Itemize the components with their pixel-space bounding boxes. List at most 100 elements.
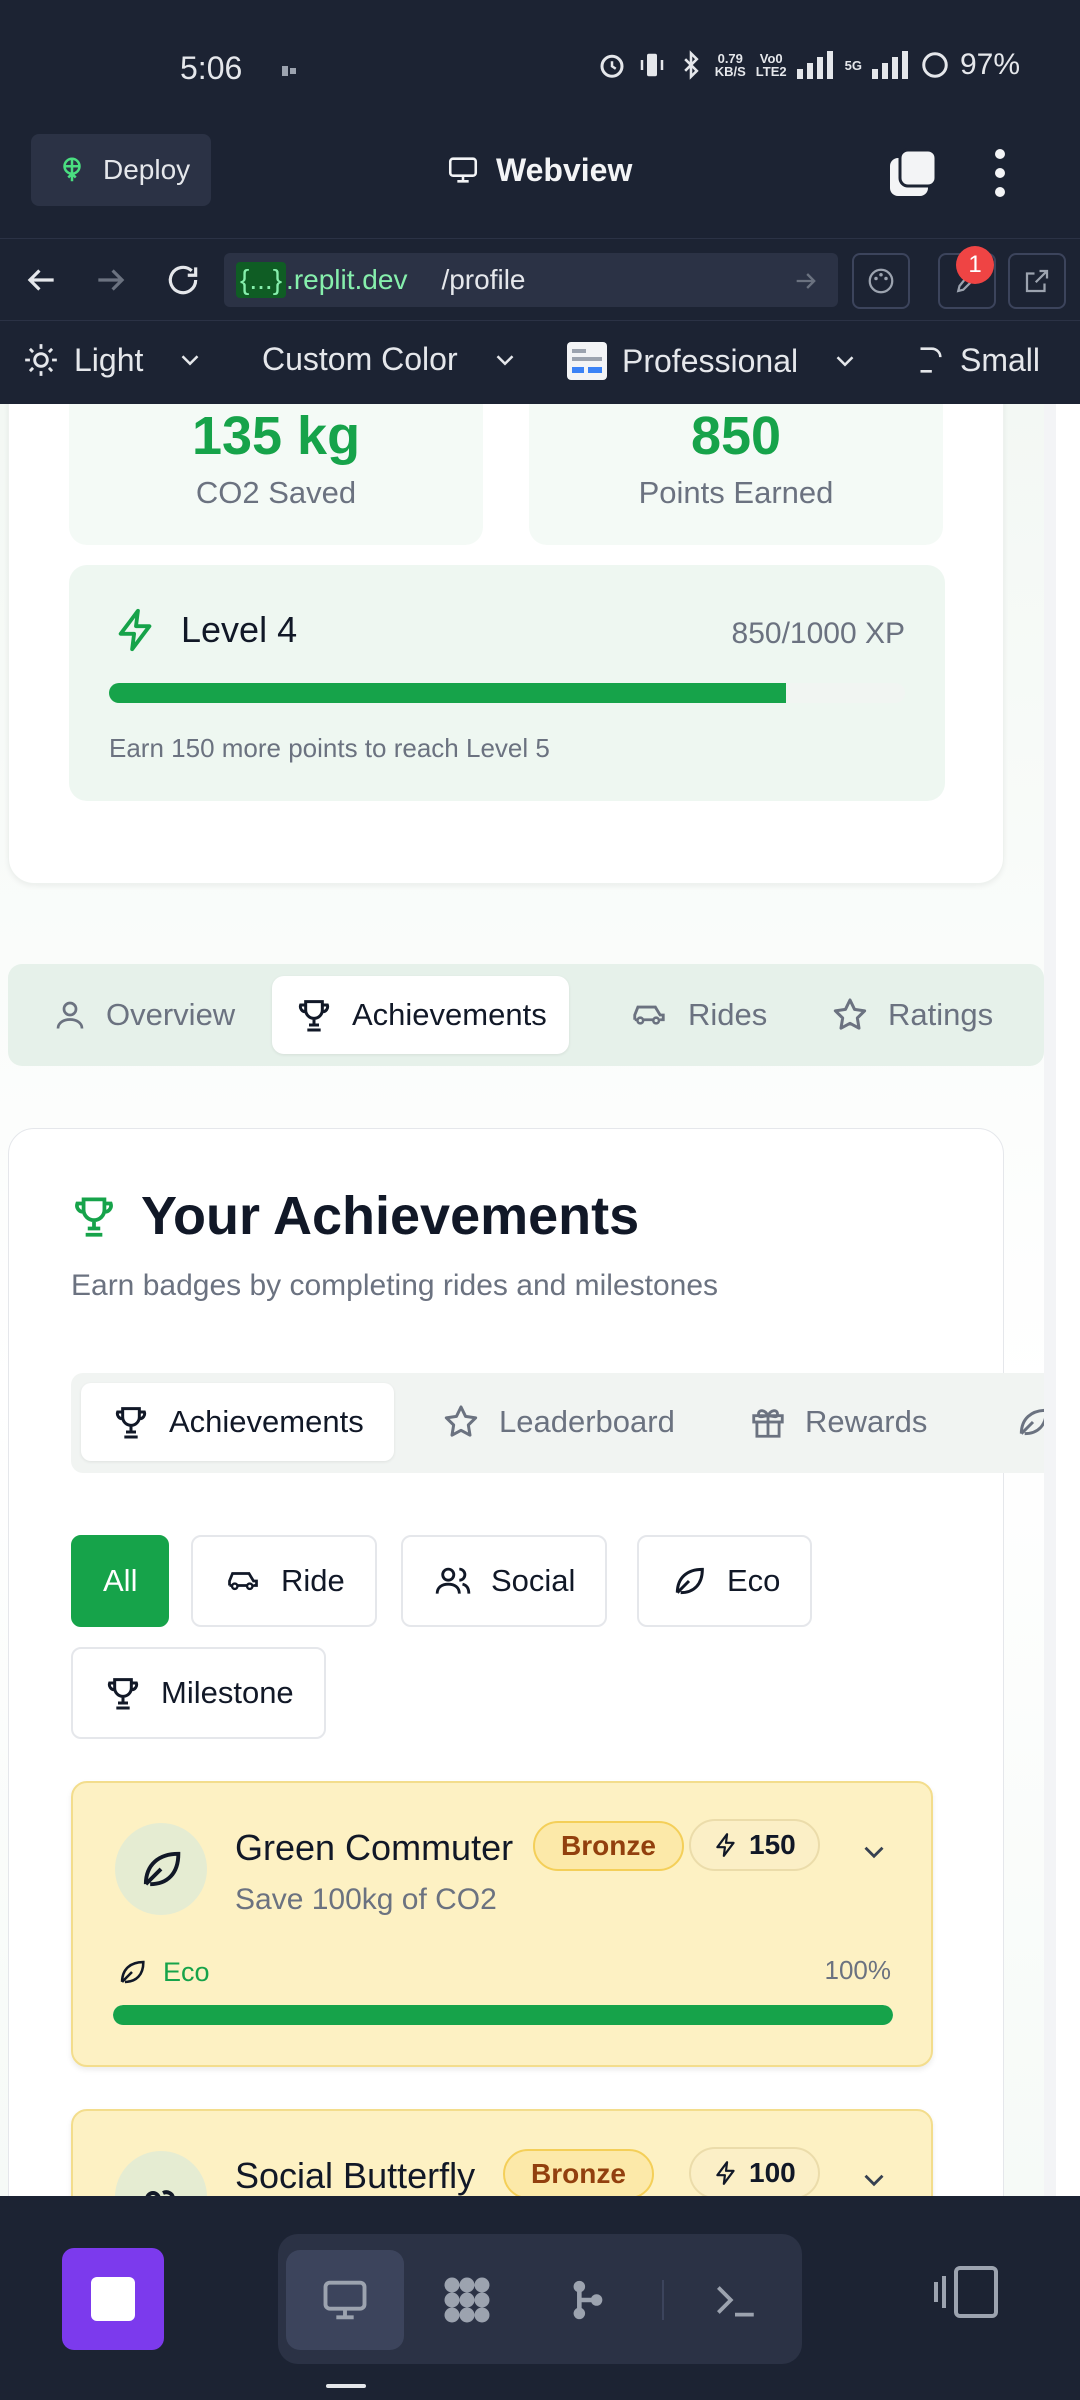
theme-style-select[interactable]: Professional (566, 341, 860, 381)
more-options-icon[interactable] (990, 146, 1010, 200)
status-time: 5:06 (180, 50, 243, 86)
shell-pane-button[interactable] (676, 2250, 794, 2350)
webview-title-text: Webview (496, 151, 633, 188)
filter-ride[interactable]: Ride (191, 1535, 377, 1627)
stat-label: CO2 Saved (195, 475, 357, 510)
stat-value: 135 kg (191, 406, 361, 466)
profile-tabs: Overview Achievements Rides Ratings (8, 964, 1044, 1066)
deploy-icon (63, 157, 81, 182)
external-link-icon (1025, 269, 1049, 293)
achievement-progress-bar (113, 2005, 893, 2025)
filter-eco[interactable]: Eco (637, 1535, 813, 1627)
star-icon (833, 998, 867, 1030)
tab-overview[interactable]: Overview (30, 976, 257, 1054)
forward-arrow-icon[interactable] (92, 261, 130, 299)
points-badge: 150 (689, 1819, 820, 1871)
stop-button[interactable] (62, 2248, 164, 2350)
subtab-eco[interactable]: Ec (983, 1383, 1044, 1461)
leaf-icon (675, 1567, 704, 1595)
theme-size-label: Small (960, 341, 1041, 378)
theme-mode-select[interactable]: Light (22, 341, 205, 379)
corner-radius-icon (920, 347, 942, 373)
webview-content: 135 kg CO2 Saved 850 Points Earned Level… (0, 404, 1044, 2196)
workspace-switcher (278, 2234, 802, 2364)
leaf-icon (143, 1851, 181, 1887)
achievement-description: Save 100kg of CO2 (235, 1883, 497, 1916)
user-icon (56, 1001, 84, 1029)
trophy-icon (115, 1407, 147, 1439)
sidebar-toggle-icon[interactable] (934, 2262, 1000, 2322)
theme-size-select[interactable]: Small (912, 341, 1040, 379)
achievement-category: Eco (115, 1955, 210, 1989)
achievements-card: Your Achievements Earn badges by complet… (8, 1128, 1044, 2196)
back-arrow-icon[interactable] (22, 261, 60, 299)
notification-dot-icon (282, 66, 296, 76)
stat-points: 850 Points Earned (529, 404, 943, 545)
open-external-button[interactable] (1008, 253, 1066, 309)
deploy-button[interactable]: Deploy (31, 134, 211, 206)
go-arrow-icon[interactable] (792, 267, 820, 295)
subtab-leaderboard[interactable]: Leaderboard (411, 1383, 705, 1461)
theme-style-label: Professional (622, 342, 799, 379)
vibrate-icon (640, 53, 663, 77)
git-pane-button[interactable] (528, 2250, 646, 2350)
trophy-icon (75, 1197, 113, 1237)
chevron-down-icon[interactable] (857, 1835, 891, 1869)
alarm-icon (600, 54, 624, 78)
filter-social[interactable]: Social (401, 1535, 608, 1627)
achievements-subtitle: Earn badges by completing rides and mile… (71, 1269, 719, 1302)
achievement-title: Green Commuter (235, 1827, 514, 1868)
impact-card: 135 kg CO2 Saved 850 Points Earned Level… (8, 404, 1004, 884)
chevron-down-icon (496, 354, 513, 366)
webview-title: Webview (444, 140, 632, 200)
refresh-icon[interactable] (164, 261, 202, 299)
monitor-icon (448, 157, 478, 183)
scrollbar[interactable] (1044, 404, 1056, 2196)
subtab-rewards[interactable]: Rewards (719, 1383, 957, 1461)
level-xp: 850/1000 XP (731, 617, 905, 650)
palette-button[interactable] (852, 253, 910, 309)
signal-2-icon (871, 51, 908, 79)
monitor-icon (323, 2280, 367, 2320)
url-field[interactable]: {...} .replit.dev /profile (224, 253, 838, 307)
achievement-progress-label: 100% (824, 1955, 892, 1985)
achievement-icon (115, 2151, 207, 2196)
theme-color-select[interactable]: Custom Color (262, 341, 520, 378)
tabs-icon[interactable] (886, 148, 940, 202)
tab-ratings[interactable]: Ratings (808, 976, 1015, 1054)
theme-toolbar: Light Custom Color Professional Small (0, 320, 1080, 404)
sun-icon (25, 344, 57, 376)
status-icons: 0.79 KB/S Vo0 LTE2 5G 97% (597, 48, 1020, 82)
layout-icon (567, 342, 607, 380)
tier-badge: Bronze (503, 2149, 654, 2196)
star-icon (444, 1405, 478, 1437)
subtab-achievements[interactable]: Achievements (81, 1383, 394, 1461)
battery-icon (922, 52, 948, 78)
deploy-label: Deploy (103, 154, 191, 185)
apps-pane-button[interactable] (408, 2250, 526, 2350)
notification-badge: 1 (956, 246, 994, 284)
achievement-icon (115, 1823, 207, 1915)
tab-rides[interactable]: Rides (606, 976, 789, 1054)
lightning-icon (716, 2161, 735, 2185)
gift-icon (752, 1409, 784, 1438)
tab-achievements[interactable]: Achievements (272, 976, 569, 1054)
leaf-icon (1019, 1408, 1044, 1436)
chevron-down-icon[interactable] (857, 2163, 891, 2196)
social-icon (145, 2190, 175, 2196)
battery-level: 97% (959, 48, 1020, 81)
filter-milestone[interactable]: Milestone (71, 1647, 326, 1739)
lightning-icon (716, 1833, 735, 1857)
achievement-progress-fill (113, 2005, 893, 2025)
filter-all[interactable]: All (71, 1535, 170, 1627)
status-bar: 5:06 0.79 KB/S Vo0 LTE2 5G 97% (0, 0, 1080, 136)
tier-badge: Bronze (533, 1821, 684, 1871)
webview-pane-button[interactable] (286, 2250, 404, 2350)
chevron-down-icon (836, 356, 854, 367)
leaf-icon (120, 1960, 145, 1984)
achievement-card-green-commuter[interactable]: Green Commuter Bronze 150 Save 100kg of … (71, 1781, 933, 2067)
url-host: {...} .replit.dev (236, 262, 407, 298)
trophy-icon (298, 1000, 330, 1032)
bluetooth-icon (683, 50, 699, 80)
achievement-card-social-butterfly[interactable]: Social Butterfly Bronze 100 (71, 2109, 933, 2196)
